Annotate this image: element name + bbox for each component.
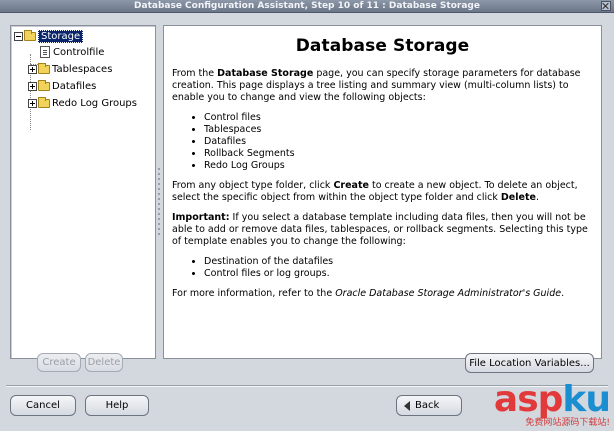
list-item: Rollback Segments <box>204 148 601 160</box>
folder-icon <box>38 79 50 91</box>
tree-node-storage[interactable]: Storage <box>14 28 84 44</box>
watermark-logo-ku: ku <box>562 379 611 420</box>
back-button-label: Back <box>415 400 440 411</box>
changes-list: Destination of the datafiles Control fil… <box>204 256 601 280</box>
window-title: Database Configuration Assistant, Step 1… <box>134 1 480 11</box>
help-content-panel: Database Storage From the Database Stora… <box>163 25 602 359</box>
intro-paragraph: From the Database Storage page, you can … <box>172 68 581 103</box>
more-info-paragraph: For more information, refer to the Oracl… <box>172 288 565 299</box>
cancel-button[interactable]: Cancel <box>10 395 76 416</box>
list-item: Destination of the datafiles <box>204 256 601 268</box>
tree-label-redo-log-groups[interactable]: Redo Log Groups <box>52 98 137 109</box>
important-paragraph: Important: If you select a database temp… <box>172 212 588 247</box>
create-delete-paragraph: From any object type folder, click Creat… <box>172 180 578 203</box>
help-button[interactable]: Help <box>85 395 149 416</box>
back-button[interactable]: Back <box>396 395 462 416</box>
back-arrow-icon <box>404 400 410 411</box>
create-button[interactable]: Create <box>37 353 81 372</box>
close-window-button[interactable] <box>601 1 611 11</box>
title-bar: Database Configuration Assistant, Step 1… <box>0 0 614 13</box>
tree-label-tablespaces[interactable]: Tablespaces <box>52 64 112 75</box>
tree-node-controlfile[interactable]: Controlfile <box>40 44 104 60</box>
tree-label-storage[interactable]: Storage <box>38 29 84 43</box>
list-item: Datafiles <box>204 136 601 148</box>
panel-splitter-handle[interactable] <box>158 168 160 238</box>
expand-icon[interactable] <box>28 64 37 74</box>
expand-icon[interactable] <box>28 98 37 108</box>
storage-tree: Storage Controlfile Tablespaces Datafile… <box>10 25 156 359</box>
wizard-window: Storage Controlfile Tablespaces Datafile… <box>0 13 614 431</box>
watermark: aspku 免费网站源码下载站! <box>493 379 611 429</box>
tree-label-controlfile[interactable]: Controlfile <box>53 47 104 58</box>
list-item: Control files or log groups. <box>204 268 601 280</box>
tree-label-datafiles[interactable]: Datafiles <box>52 81 96 92</box>
tree-node-datafiles[interactable]: Datafiles <box>28 78 96 94</box>
expand-icon[interactable] <box>28 81 37 91</box>
tree-node-tablespaces[interactable]: Tablespaces <box>28 61 112 77</box>
list-item: Redo Log Groups <box>204 160 601 172</box>
list-item: Tablespaces <box>204 124 601 136</box>
folder-icon <box>38 62 50 74</box>
delete-button[interactable]: Delete <box>85 353 123 372</box>
controlfile-icon <box>40 46 50 58</box>
file-location-variables-button[interactable]: File Location Variables... <box>465 353 594 373</box>
list-item: Control files <box>204 112 601 124</box>
folder-icon <box>38 96 50 108</box>
object-list: Control files Tablespaces Datafiles Roll… <box>204 112 601 172</box>
page-heading: Database Storage <box>295 36 470 56</box>
folder-open-icon <box>24 29 36 41</box>
collapse-icon[interactable] <box>14 31 23 41</box>
watermark-logo-asp: asp <box>493 379 563 420</box>
tree-node-redo-log-groups[interactable]: Redo Log Groups <box>28 95 137 111</box>
